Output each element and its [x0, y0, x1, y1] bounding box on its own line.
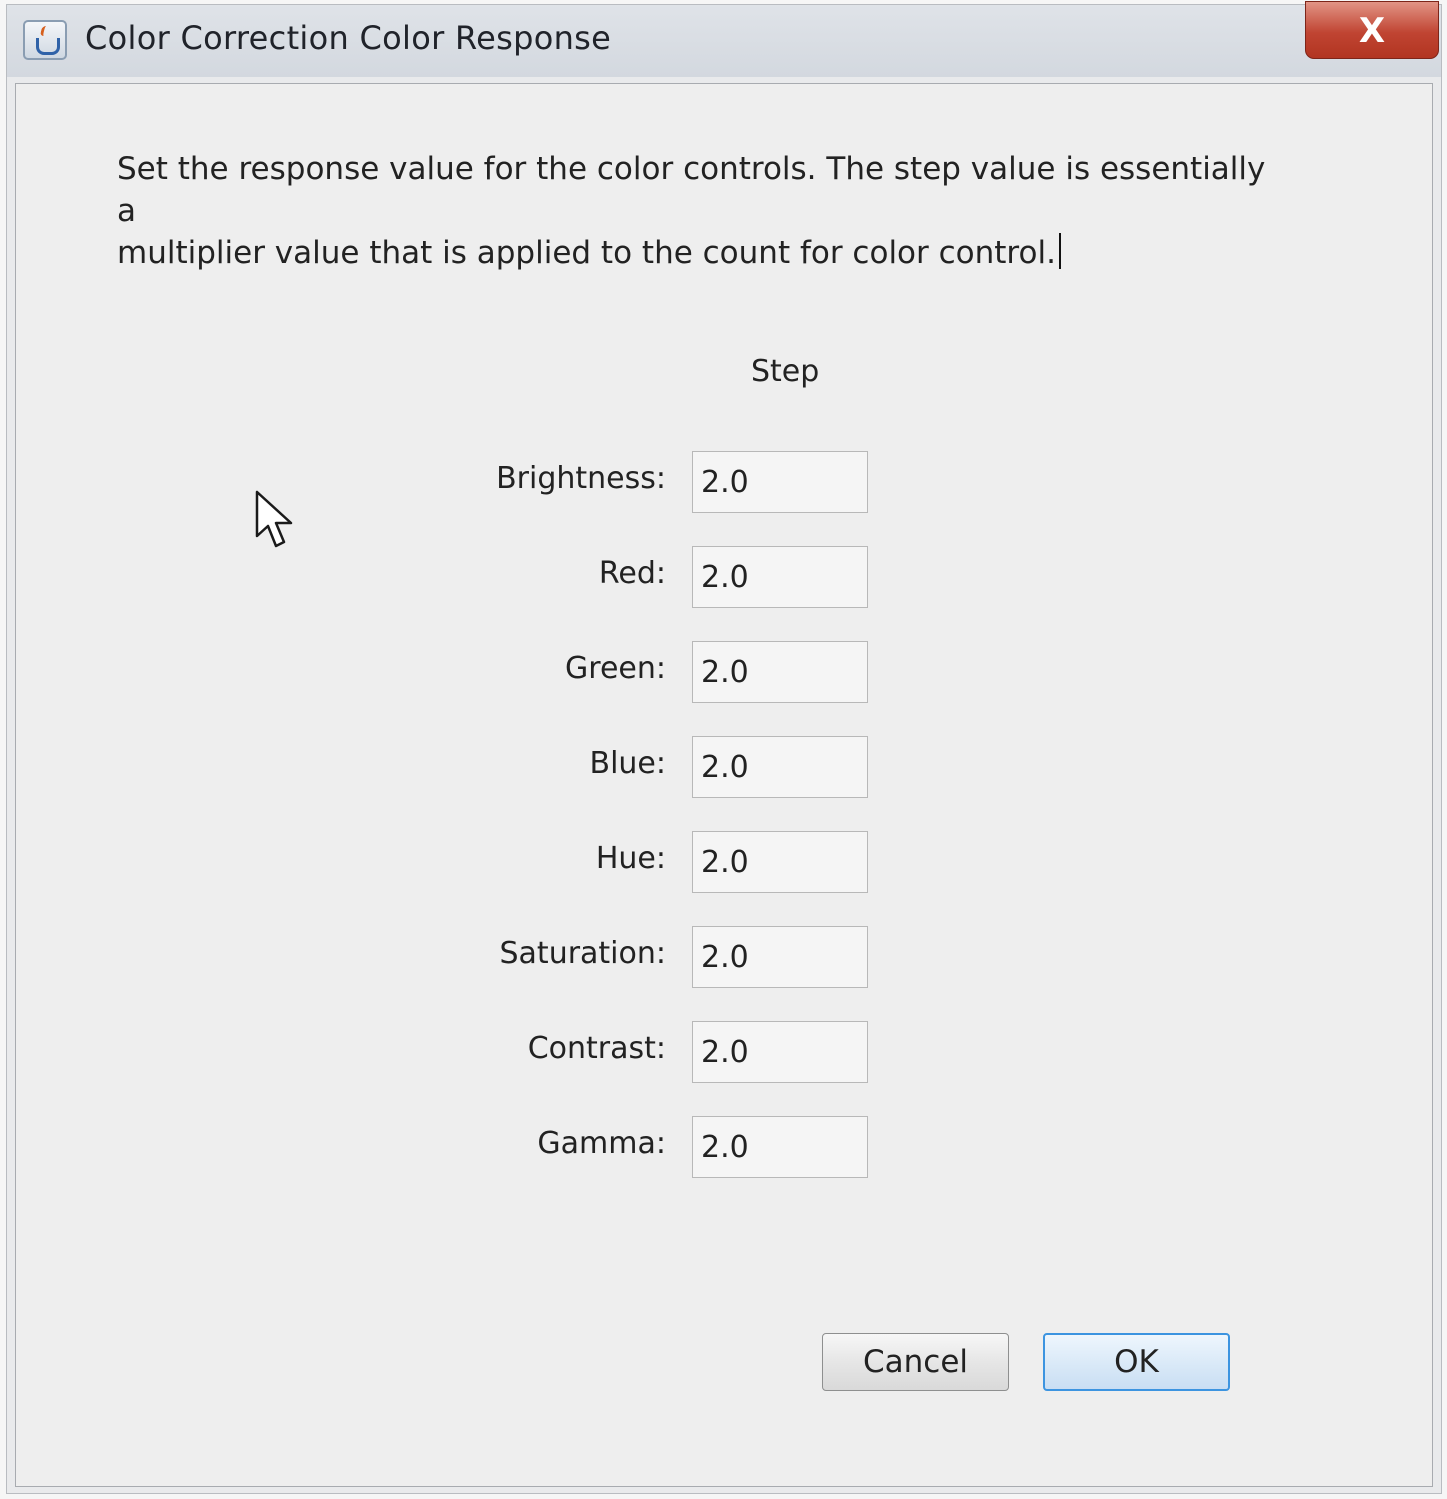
java-cup-icon [23, 20, 67, 60]
green-label: Green: [565, 651, 666, 686]
contrast-label: Contrast: [527, 1031, 666, 1066]
contrast-step-input[interactable] [692, 1021, 868, 1083]
java-steam [39, 26, 52, 36]
green-step-input[interactable] [692, 641, 868, 703]
red-label: Red: [598, 556, 666, 591]
field-row-red: Red: [16, 546, 916, 610]
blue-step-input[interactable] [692, 736, 868, 798]
field-row-hue: Hue: [16, 831, 916, 895]
step-column-header: Step [751, 354, 820, 389]
gamma-step-input[interactable] [692, 1116, 868, 1178]
dialog-content: Set the response value for the color con… [15, 83, 1433, 1487]
close-button[interactable]: X [1305, 1, 1439, 59]
red-step-input[interactable] [692, 546, 868, 608]
blue-label: Blue: [589, 746, 667, 781]
gamma-label: Gamma: [537, 1126, 666, 1161]
hue-label: Hue: [595, 841, 666, 876]
description-text: Set the response value for the color con… [117, 148, 1267, 274]
field-row-saturation: Saturation: [16, 926, 916, 990]
mouse-pointer-icon [255, 490, 293, 548]
description-line-1: Set the response value for the color con… [117, 151, 1266, 229]
field-row-blue: Blue: [16, 736, 916, 800]
close-icon: X [1358, 11, 1386, 51]
field-row-contrast: Contrast: [16, 1021, 916, 1085]
field-row-brightness: Brightness: [16, 451, 916, 515]
description-line-2: multiplier value that is applied to the … [117, 235, 1056, 271]
brightness-label: Brightness: [496, 461, 666, 496]
brightness-step-input[interactable] [692, 451, 868, 513]
saturation-step-input[interactable] [692, 926, 868, 988]
window-title: Color Correction Color Response [85, 19, 612, 57]
hue-step-input[interactable] [692, 831, 868, 893]
title-bar[interactable]: Color Correction Color Response X [7, 1, 1441, 77]
text-caret [1058, 233, 1061, 269]
saturation-label: Saturation: [499, 936, 667, 971]
cancel-button[interactable]: Cancel [822, 1333, 1009, 1391]
dialog-window: Color Correction Color Response X Set th… [6, 1, 1442, 1494]
field-row-green: Green: [16, 641, 916, 705]
field-row-gamma: Gamma: [16, 1116, 916, 1180]
ok-button[interactable]: OK [1043, 1333, 1230, 1391]
java-cup [36, 38, 60, 55]
